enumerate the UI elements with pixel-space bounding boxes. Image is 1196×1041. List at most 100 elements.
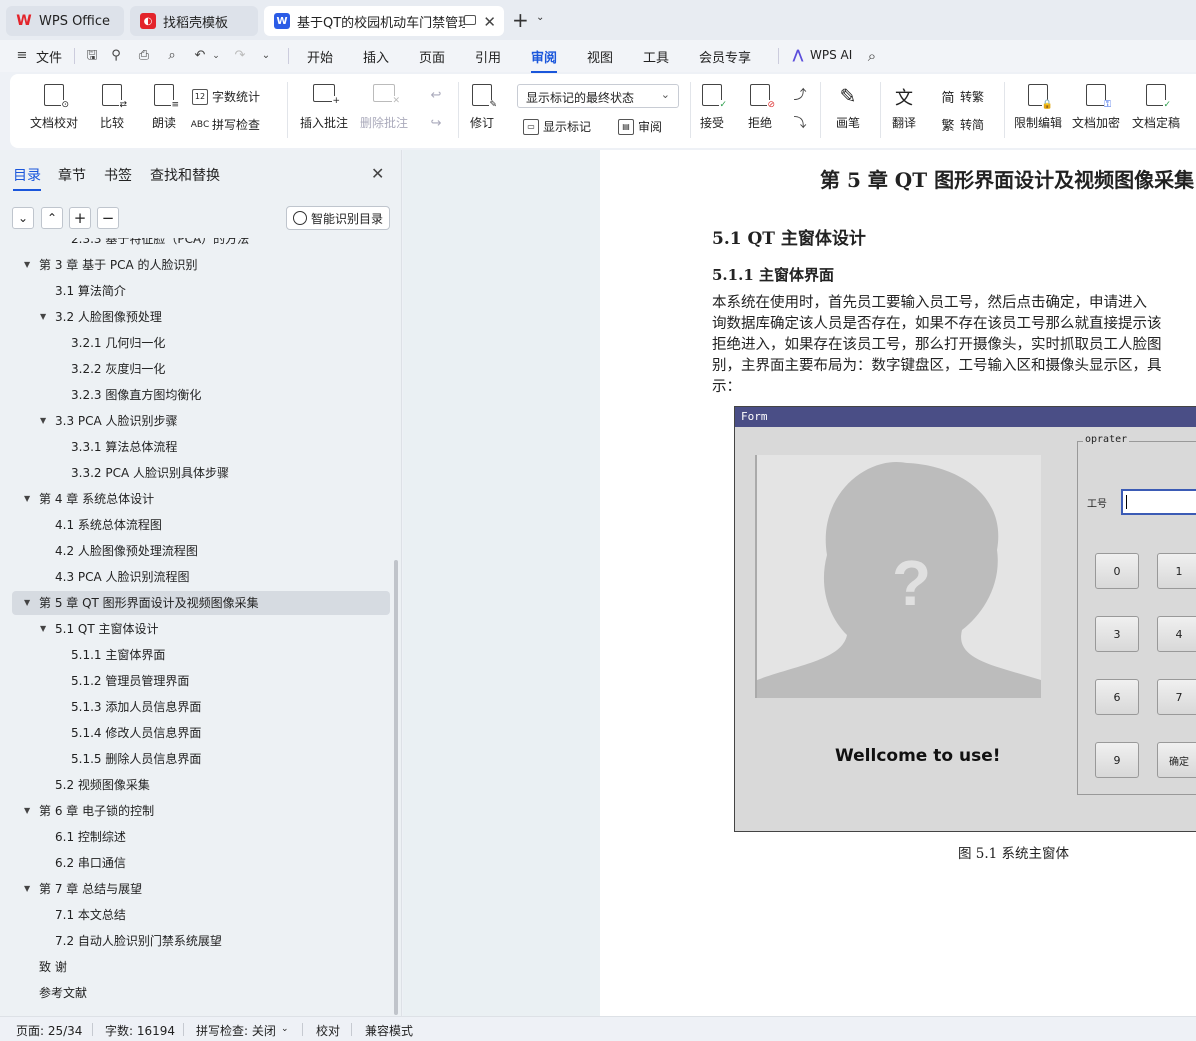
expand-arrow-icon[interactable]: ▼ bbox=[40, 409, 46, 433]
menu-file[interactable]: 文件 bbox=[36, 47, 62, 66]
chevron-down-icon[interactable]: ⌄ bbox=[281, 1024, 289, 1034]
status-proofread[interactable]: 校对 bbox=[316, 1022, 340, 1039]
toc-item[interactable]: ▼ 第 6 章 电子锁的控制 bbox=[0, 799, 378, 823]
pen-button[interactable]: ✎ 画笔 bbox=[836, 84, 860, 131]
revise-button[interactable]: ✎ 修订 bbox=[470, 84, 497, 131]
remove-heading-button[interactable]: − bbox=[97, 207, 119, 229]
show-markup-button[interactable]: ▭ 显示标记 bbox=[523, 118, 591, 135]
toc-item[interactable]: ▼ 3.3 PCA 人脸识别步骤 bbox=[0, 409, 378, 433]
toc-item[interactable]: 3.1 算法简介 bbox=[0, 279, 378, 303]
expand-arrow-icon[interactable]: ▼ bbox=[24, 487, 30, 511]
tab-wps-office[interactable]: W WPS Office bbox=[6, 6, 124, 36]
close-icon[interactable]: ✕ bbox=[483, 13, 496, 31]
expand-arrow-icon[interactable]: ▼ bbox=[24, 877, 30, 901]
share-icon[interactable]: ⚲ bbox=[108, 48, 124, 64]
toc-item[interactable]: 2.3.3 基于特征脸（PCA）的方法 bbox=[0, 238, 378, 251]
expand-arrow-icon[interactable]: ▼ bbox=[40, 617, 46, 641]
collapse-button[interactable]: ⌃ bbox=[41, 207, 63, 229]
chevron-down-icon[interactable]: ⌄ bbox=[258, 48, 274, 64]
toc-item[interactable]: 3.2.2 灰度归一化 bbox=[0, 357, 378, 381]
reject-button[interactable]: ⊘ 拒绝 bbox=[748, 84, 775, 131]
menu-references[interactable]: 引用 bbox=[475, 47, 501, 66]
document-page[interactable]: 第 5 章 QT 图形界面设计及视频图像采集 5.1 QT 主窗体设计 5.1.… bbox=[600, 150, 1196, 1016]
toc-item[interactable]: 3.3.1 算法总体流程 bbox=[0, 435, 378, 459]
toc-item[interactable]: 5.1.5 删除人员信息界面 bbox=[0, 747, 378, 771]
nav-tab-toc[interactable]: 目录 bbox=[13, 165, 41, 191]
toc-item[interactable]: ▼ 第 5 章 QT 图形界面设计及视频图像采集 bbox=[12, 591, 390, 615]
menu-review[interactable]: 审阅 bbox=[531, 47, 558, 73]
next-change-icon[interactable]: ⤵ bbox=[792, 116, 808, 132]
status-page[interactable]: 页面: 25/34 bbox=[16, 1022, 82, 1039]
toc-item[interactable]: 参考文献 bbox=[0, 981, 378, 1005]
toc-item[interactable]: ▼ 第 3 章 基于 PCA 的人脸识别 bbox=[0, 253, 378, 277]
menu-member[interactable]: 会员专享 bbox=[699, 47, 751, 66]
to-traditional-button[interactable]: 简 转繁 bbox=[940, 88, 984, 106]
prev-comment-icon[interactable]: ↩ bbox=[428, 88, 444, 104]
menu-home[interactable]: 开始 bbox=[307, 47, 333, 66]
expand-arrow-icon[interactable]: ▼ bbox=[24, 799, 30, 823]
menu-page[interactable]: 页面 bbox=[419, 47, 445, 66]
toc-item[interactable]: 3.2.3 图像直方图均衡化 bbox=[0, 383, 378, 407]
toc-item[interactable]: 3.3.2 PCA 人脸识别具体步骤 bbox=[0, 461, 378, 485]
print-icon[interactable]: ⎙ bbox=[136, 48, 152, 64]
smart-toc-button[interactable]: 智能识别目录 bbox=[286, 206, 390, 230]
toc-item[interactable]: 5.1.1 主窗体界面 bbox=[0, 643, 378, 667]
toc-item[interactable]: ▼ 第 4 章 系统总体设计 bbox=[0, 487, 378, 511]
wps-ai-icon[interactable]: ⋀ bbox=[790, 48, 806, 64]
toc-item[interactable]: 3.2.1 几何归一化 bbox=[0, 331, 378, 355]
markup-display-select[interactable]: 显示标记的最终状态 ⌄ bbox=[517, 84, 679, 108]
monitor-icon[interactable] bbox=[464, 15, 476, 25]
status-spell-check[interactable]: 拼写检查: 关闭 bbox=[196, 1022, 276, 1039]
toc-item[interactable]: ▼ 5.1 QT 主窗体设计 bbox=[0, 617, 378, 641]
word-count-button[interactable]: 12 字数统计 bbox=[192, 88, 260, 105]
menu-view[interactable]: 视图 bbox=[587, 47, 613, 66]
translate-button[interactable]: 文 翻译 bbox=[892, 84, 916, 131]
expand-arrow-icon[interactable]: ▼ bbox=[24, 253, 30, 277]
delete-comment-button[interactable]: ✕ 删除批注 bbox=[360, 84, 408, 131]
read-aloud-button[interactable]: ≡ 朗读 bbox=[152, 84, 179, 131]
menu-tools[interactable]: 工具 bbox=[643, 47, 669, 66]
toc-item[interactable]: 6.2 串口通信 bbox=[0, 851, 378, 875]
toc-item[interactable]: 7.1 本文总结 bbox=[0, 903, 378, 927]
toc-item[interactable]: 4.2 人脸图像预处理流程图 bbox=[0, 539, 378, 563]
undo-icon[interactable]: ↶ bbox=[192, 48, 208, 64]
status-word-count[interactable]: 字数: 16194 bbox=[105, 1022, 175, 1039]
menu-insert[interactable]: 插入 bbox=[363, 47, 389, 66]
nav-tab-chapters[interactable]: 章节 bbox=[58, 165, 86, 185]
restrict-edit-button[interactable]: 🔒 限制编辑 bbox=[1014, 84, 1062, 131]
redo-icon[interactable]: ↷ bbox=[232, 48, 248, 64]
toc-item[interactable]: ▼ 第 7 章 总结与展望 bbox=[0, 877, 378, 901]
insert-comment-button[interactable]: + 插入批注 bbox=[300, 84, 348, 131]
print-preview-icon[interactable]: ⌕ bbox=[164, 48, 180, 64]
toc-item[interactable]: 5.2 视频图像采集 bbox=[0, 773, 378, 797]
chevron-down-icon[interactable]: ⌄ bbox=[208, 48, 224, 64]
tab-document[interactable]: W 基于QT的校园机动车门禁管理 ✕ bbox=[264, 6, 504, 36]
doc-check-button[interactable]: ⊙ 文档校对 bbox=[30, 84, 78, 131]
toc-item[interactable]: 5.1.4 修改人员信息界面 bbox=[0, 721, 378, 745]
close-icon[interactable]: ✕ bbox=[371, 164, 384, 183]
toc-item[interactable]: 6.1 控制综述 bbox=[0, 825, 378, 849]
search-icon[interactable]: ⌕ bbox=[864, 48, 880, 64]
save-icon[interactable]: 🖫 bbox=[84, 48, 100, 64]
toc-scrollbar[interactable] bbox=[394, 560, 398, 1015]
expand-arrow-icon[interactable]: ▼ bbox=[40, 305, 46, 329]
compare-button[interactable]: ⇄ 比较 bbox=[100, 84, 127, 131]
add-heading-button[interactable]: + bbox=[69, 207, 91, 229]
spell-check-button[interactable]: ABC 拼写检查 bbox=[191, 116, 260, 133]
prev-change-icon[interactable]: ⤴ bbox=[792, 88, 808, 104]
menu-wps-ai[interactable]: WPS AI bbox=[810, 48, 852, 62]
review-pane-button[interactable]: ▤ 审阅 bbox=[618, 118, 662, 135]
doc-finalize-button[interactable]: ✓ 文档定稿 bbox=[1132, 84, 1180, 131]
toc-item[interactable]: 5.1.3 添加人员信息界面 bbox=[0, 695, 378, 719]
new-tab-icon[interactable]: + bbox=[512, 8, 529, 32]
chevron-down-icon[interactable]: ⌄ bbox=[536, 12, 544, 23]
toc-item[interactable]: 4.1 系统总体流程图 bbox=[0, 513, 378, 537]
next-comment-icon[interactable]: ↪ bbox=[428, 116, 444, 132]
toc-item[interactable]: 7.2 自动人脸识别门禁系统展望 bbox=[0, 929, 378, 953]
toc-item[interactable]: ▼ 3.2 人脸图像预处理 bbox=[0, 305, 378, 329]
nav-tab-find-replace[interactable]: 查找和替换 bbox=[150, 165, 220, 185]
nav-tab-bookmarks[interactable]: 书签 bbox=[104, 165, 132, 185]
toc-item[interactable]: 5.1.2 管理员管理界面 bbox=[0, 669, 378, 693]
expand-arrow-icon[interactable]: ▼ bbox=[24, 591, 30, 615]
hamburger-menu-icon[interactable]: ≡ bbox=[14, 48, 30, 64]
